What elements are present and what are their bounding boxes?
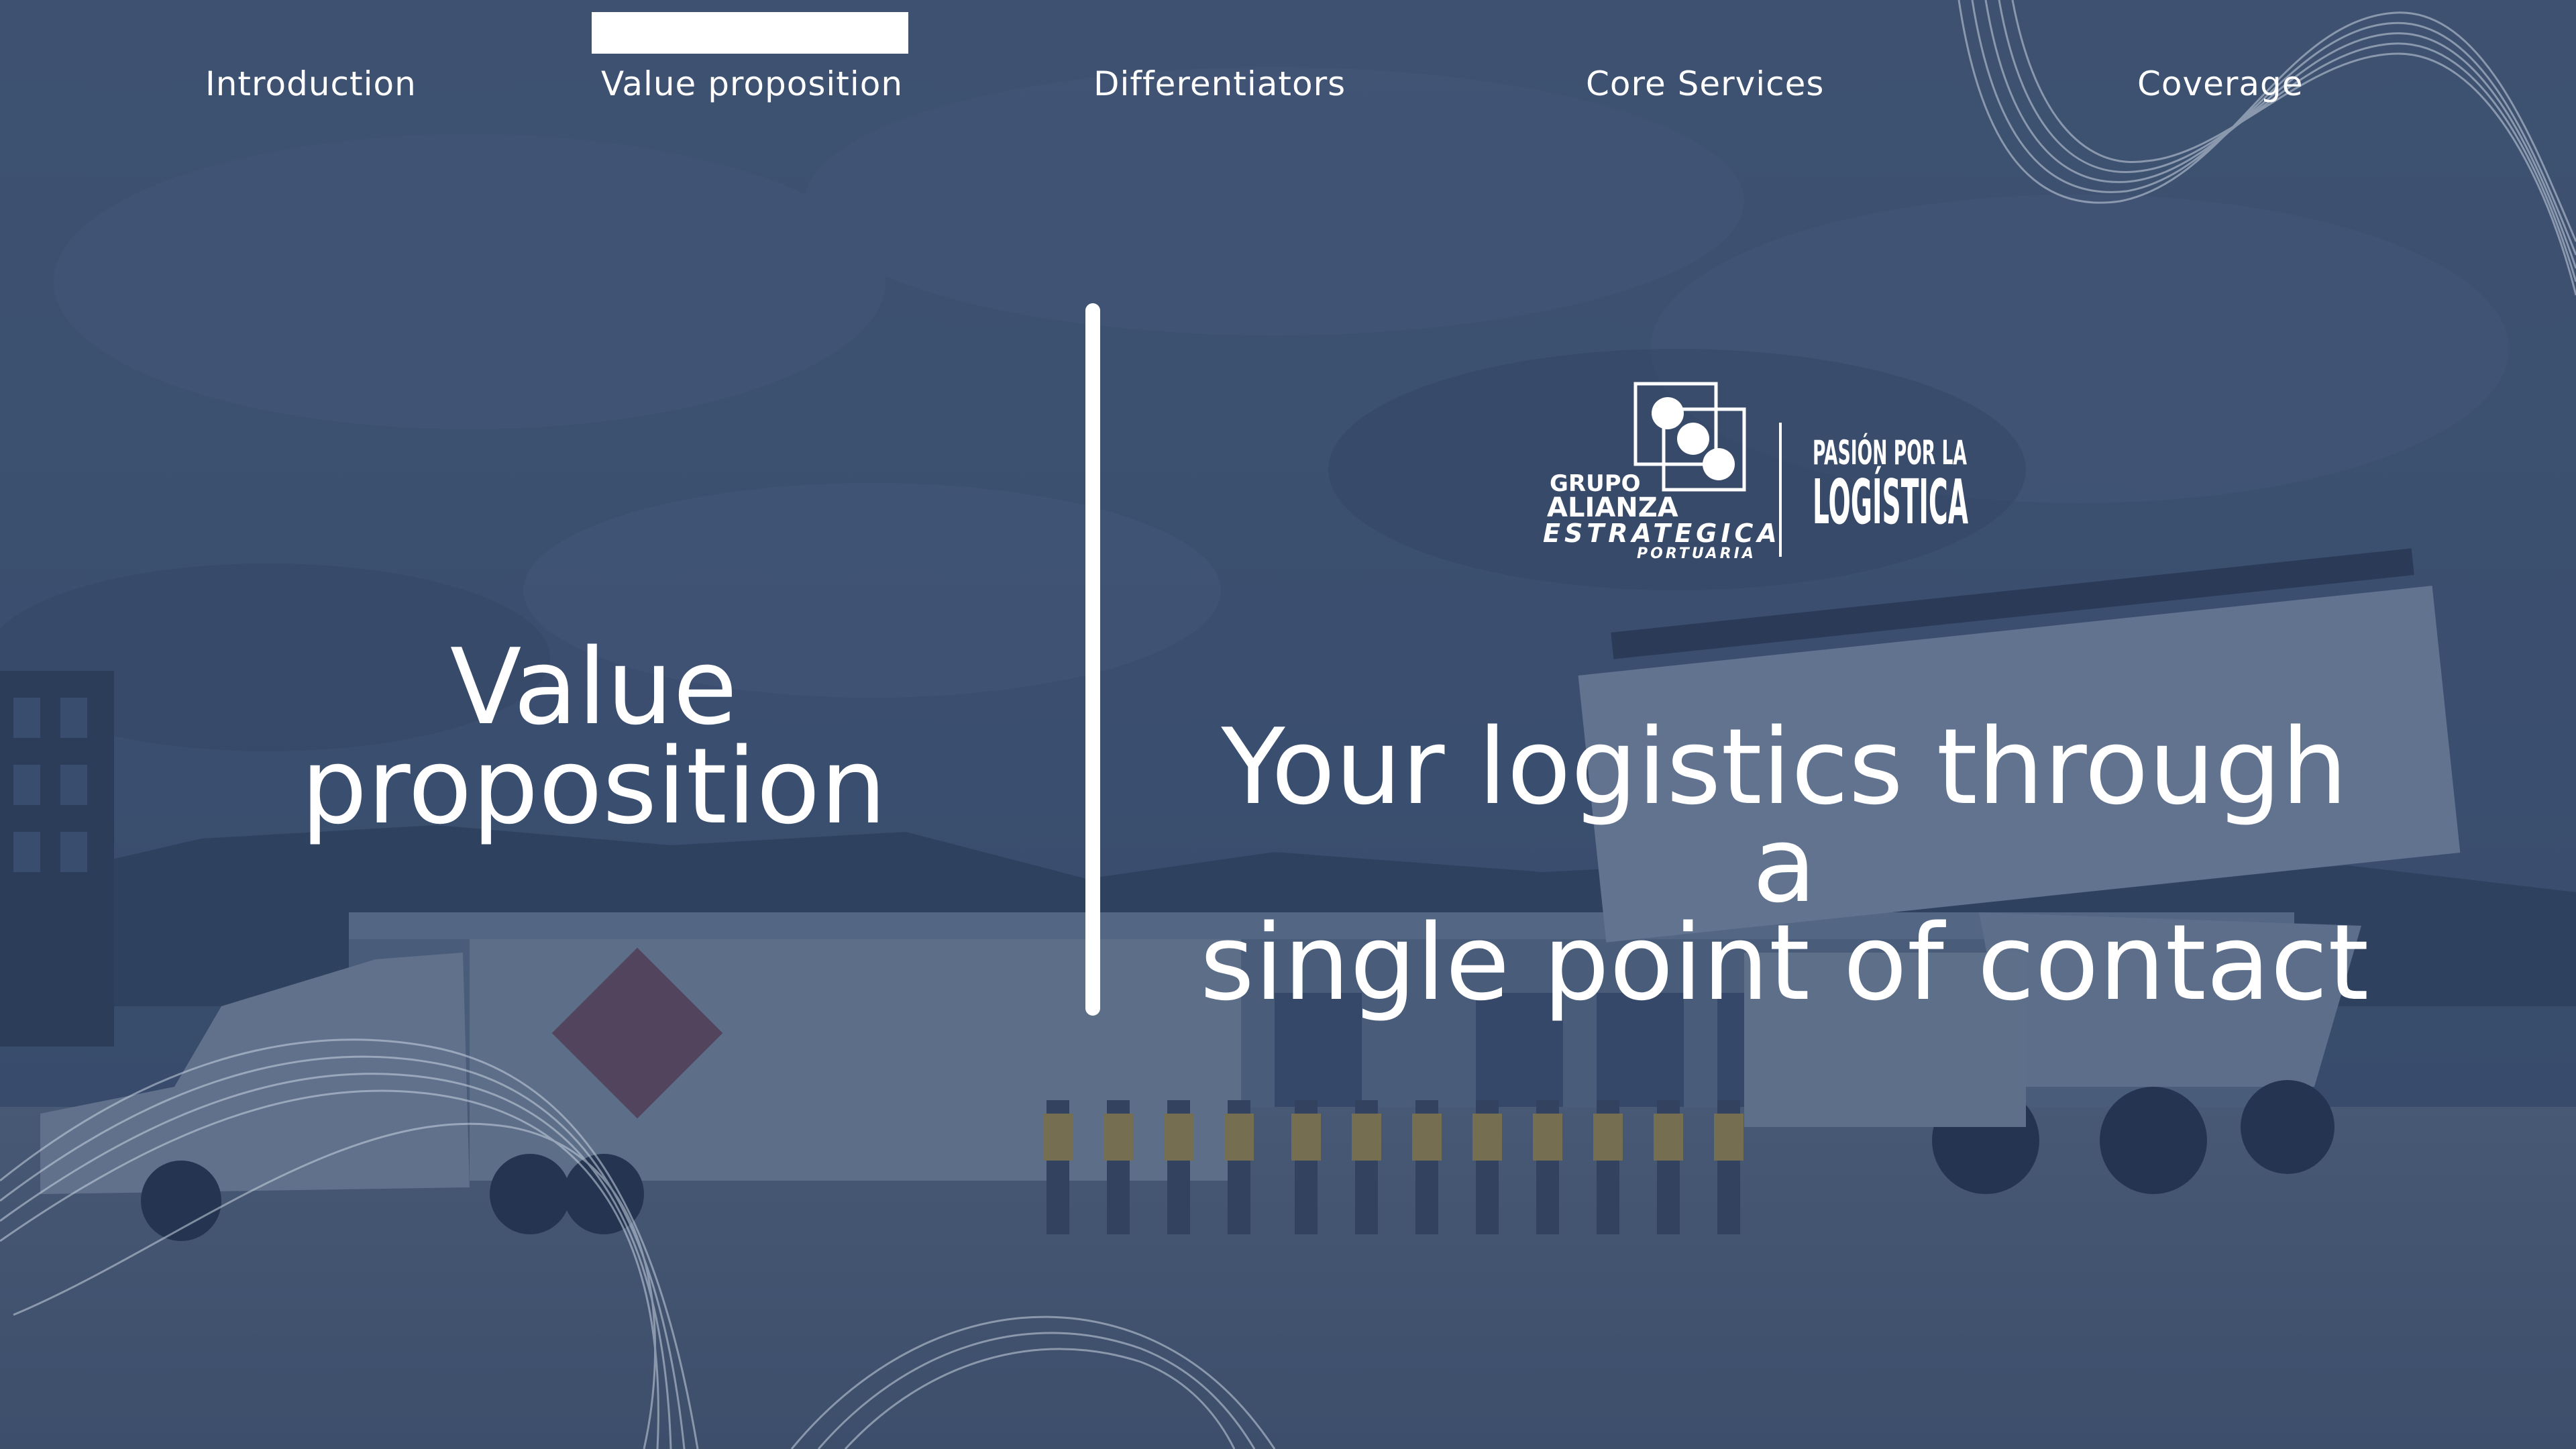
tagline-line-1: Your logistics through a bbox=[1221, 706, 2348, 926]
slide-title-line-1: Value bbox=[449, 626, 738, 748]
vertical-divider bbox=[1085, 303, 1100, 1016]
top-navigation: Introduction Value proposition Different… bbox=[0, 0, 2576, 134]
slide-title: Value proposition bbox=[268, 626, 919, 847]
nav-item-differentiators[interactable]: Differentiators bbox=[1093, 64, 1346, 103]
tagline-line-2: single point of contact bbox=[1199, 902, 2369, 1024]
company-logo: GRUPO ALIANZA ESTRATEGICA PORTUARIA PASI… bbox=[1543, 382, 1968, 562]
slide-tagline: Your logistics through a single point of… bbox=[1181, 706, 2388, 1024]
slide-title-line-2: proposition bbox=[301, 725, 887, 847]
nav-item-value-proposition[interactable]: Value proposition bbox=[601, 64, 903, 103]
nav-item-core-services[interactable]: Core Services bbox=[1586, 64, 1824, 103]
logo-portuaria: PORTUARIA bbox=[1637, 545, 1756, 562]
active-tab-indicator bbox=[592, 12, 908, 54]
logo-slogan-line-2: LOGÍSTICA bbox=[1813, 466, 1968, 538]
nav-item-coverage[interactable]: Coverage bbox=[2137, 64, 2304, 103]
nav-item-introduction[interactable]: Introduction bbox=[205, 64, 417, 103]
logo-estrategica: ESTRATEGICA bbox=[1543, 519, 1781, 548]
